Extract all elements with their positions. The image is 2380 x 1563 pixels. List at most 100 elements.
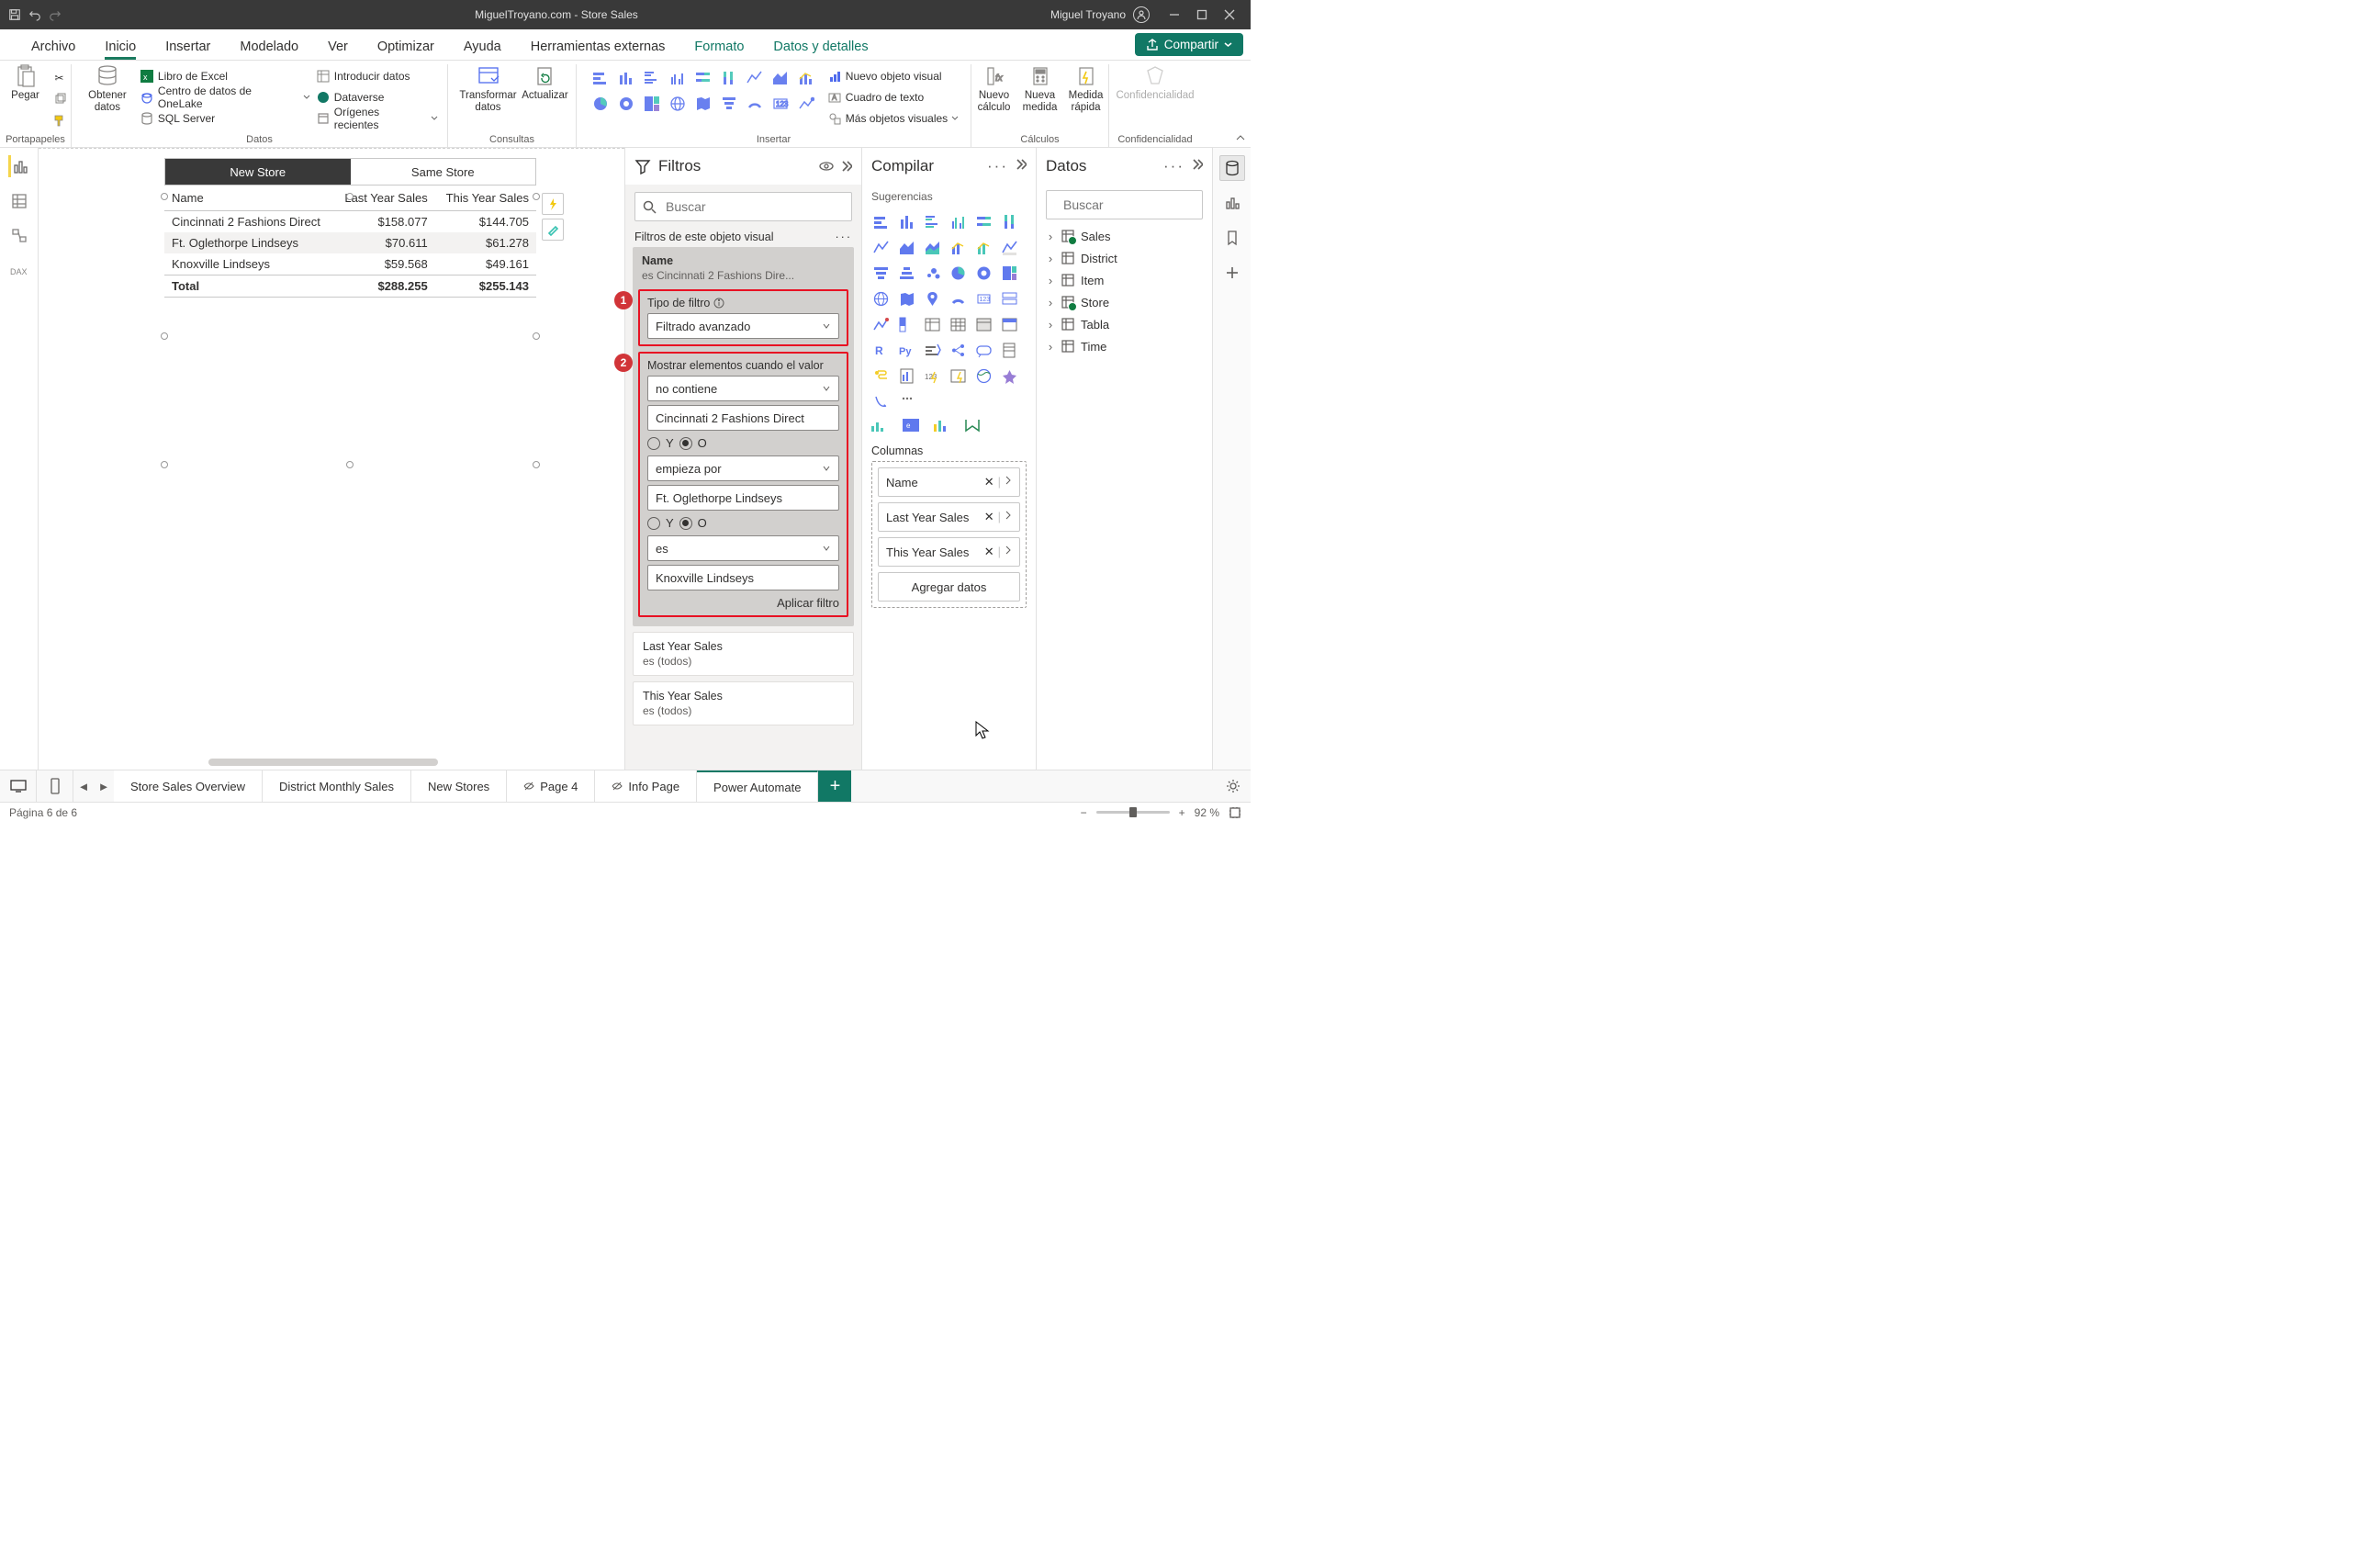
- add-page-button[interactable]: +: [818, 770, 851, 802]
- palette-icon-7[interactable]: [895, 236, 918, 259]
- cell[interactable]: Knoxville Lindseys: [164, 253, 333, 275]
- ribbon-collapse-icon[interactable]: [1236, 134, 1245, 143]
- visual-container[interactable]: New Store Same Store Name Last Year Sale…: [164, 158, 536, 298]
- palette-icon-17[interactable]: [998, 262, 1021, 285]
- tab-ver[interactable]: Ver: [313, 39, 363, 60]
- field-name[interactable]: Name✕|: [878, 467, 1020, 497]
- stacked100-bar-icon[interactable]: [691, 66, 715, 90]
- cell[interactable]: Cincinnati 2 Fashions Direct: [164, 211, 333, 233]
- palette-icon-1[interactable]: [895, 210, 918, 233]
- palette-icon-23[interactable]: [998, 287, 1021, 310]
- new-visual-button[interactable]: Nuevo objeto visual: [827, 66, 959, 85]
- get-data-button[interactable]: Obtener datos: [81, 64, 134, 114]
- more-visuals-button[interactable]: Más objetos visuales: [827, 108, 959, 128]
- col-ty[interactable]: This Year Sales: [435, 186, 536, 211]
- palette-icon-32[interactable]: [921, 339, 944, 362]
- undo-icon[interactable]: [28, 7, 42, 22]
- excel-button[interactable]: xLibro de Excel: [140, 66, 310, 85]
- cut-button[interactable]: ✂: [52, 68, 67, 87]
- page-tab-2[interactable]: New Stores: [411, 770, 507, 802]
- page-next[interactable]: ►: [94, 770, 114, 802]
- eye-icon[interactable]: [819, 159, 834, 174]
- palette-icon-19[interactable]: [895, 287, 918, 310]
- funnel-icon[interactable]: [717, 92, 741, 116]
- filled-map-icon[interactable]: [691, 92, 715, 116]
- stacked100-column-icon[interactable]: [717, 66, 741, 90]
- chevron-right-icon[interactable]: [1005, 510, 1012, 521]
- data-search[interactable]: [1046, 190, 1203, 219]
- settings-icon[interactable]: [1225, 778, 1241, 794]
- palette-icon-35[interactable]: [998, 339, 1021, 362]
- palette-icon-6[interactable]: [870, 236, 892, 259]
- page-tab-3[interactable]: Page 4: [507, 770, 595, 802]
- more-icon[interactable]: ···: [836, 231, 853, 243]
- ly-filter-card[interactable]: Last Year Sales es (todos): [633, 632, 854, 676]
- remove-icon[interactable]: ✕: [984, 545, 994, 559]
- new-measure-button[interactable]: Nueva medida: [1020, 64, 1061, 114]
- dataverse-button[interactable]: Dataverse: [316, 87, 438, 107]
- desktop-mode-icon[interactable]: [0, 770, 37, 802]
- data-rail-icon[interactable]: [1219, 155, 1245, 181]
- stacked-bar-icon[interactable]: [589, 66, 612, 90]
- tab-insertar[interactable]: Insertar: [151, 39, 225, 60]
- report-canvas[interactable]: New Store Same Store Name Last Year Sale…: [39, 148, 624, 770]
- palette-icon-21[interactable]: [947, 287, 970, 310]
- canvas-scrollbar[interactable]: [208, 759, 438, 766]
- cell[interactable]: $61.278: [435, 232, 536, 253]
- palette-icon-9[interactable]: [947, 236, 970, 259]
- visualizations-gallery[interactable]: 123: [589, 64, 818, 116]
- palette-icon-40[interactable]: [972, 365, 995, 388]
- val2-input[interactable]: Ft. Oglethorpe Lindseys: [647, 485, 839, 511]
- palette-icon-28[interactable]: [972, 313, 995, 336]
- refresh-button[interactable]: Actualizar: [524, 64, 567, 102]
- cell[interactable]: $158.077: [333, 211, 434, 233]
- copy-button[interactable]: [52, 89, 67, 108]
- palette-icon-36[interactable]: [870, 365, 892, 388]
- slicer[interactable]: New Store Same Store: [164, 158, 536, 186]
- donut-chart-icon[interactable]: [614, 92, 638, 116]
- palette-icon-13[interactable]: [895, 262, 918, 285]
- palette-icon-30[interactable]: R: [870, 339, 892, 362]
- palette-icon-18[interactable]: [870, 287, 892, 310]
- palette-icon-11[interactable]: [998, 236, 1021, 259]
- palette-icon-31[interactable]: Py: [895, 339, 918, 362]
- paste-button[interactable]: Pegar: [5, 64, 47, 102]
- minimize-button[interactable]: [1161, 0, 1188, 29]
- page-tab-1[interactable]: District Monthly Sales: [263, 770, 411, 802]
- palette-icon-12[interactable]: [870, 262, 892, 285]
- filters-search-input[interactable]: [664, 198, 844, 215]
- palette-icon-22[interactable]: 123: [972, 287, 995, 310]
- radio-o1[interactable]: [679, 437, 692, 450]
- line-chart-icon[interactable]: [743, 66, 767, 90]
- chevron-right-icon[interactable]: [1005, 545, 1012, 556]
- palette-icon-26[interactable]: [921, 313, 944, 336]
- palette-icon-3[interactable]: [947, 210, 970, 233]
- save-icon[interactable]: [7, 7, 22, 22]
- share-button[interactable]: Compartir: [1135, 33, 1243, 56]
- kpi-icon[interactable]: [794, 92, 818, 116]
- table-view-icon[interactable]: [8, 190, 30, 212]
- slicer-same-store[interactable]: Same Store: [351, 159, 536, 185]
- table-node-tabla[interactable]: ›Tabla: [1046, 313, 1203, 335]
- format-rail-icon[interactable]: [1219, 190, 1245, 216]
- add-rail-icon[interactable]: [1219, 260, 1245, 286]
- tab-inicio[interactable]: Inicio: [90, 39, 151, 60]
- palette-icon-42[interactable]: [870, 390, 892, 413]
- field-ly[interactable]: Last Year Sales✕|: [878, 502, 1020, 532]
- field-ty[interactable]: This Year Sales✕|: [878, 537, 1020, 567]
- palette-icon-38[interactable]: 123: [921, 365, 944, 388]
- remove-icon[interactable]: ✕: [984, 510, 994, 524]
- op2-select[interactable]: empieza por: [647, 455, 839, 481]
- palette-icon-4[interactable]: [972, 210, 995, 233]
- radio-o2[interactable]: [679, 517, 692, 530]
- new-calc-button[interactable]: fx Nuevo cálculo: [974, 64, 1015, 114]
- page-tab-5[interactable]: Power Automate: [697, 770, 818, 802]
- bookmark-rail-icon[interactable]: [1219, 225, 1245, 251]
- table-node-store[interactable]: ›Store: [1046, 291, 1203, 313]
- tab-datos-detalles[interactable]: Datos y detalles: [758, 39, 882, 60]
- report-view-icon[interactable]: [8, 155, 30, 177]
- columns-well[interactable]: Name✕| Last Year Sales✕| This Year Sales…: [871, 461, 1027, 608]
- cell[interactable]: $144.705: [435, 211, 536, 233]
- palette-icon-43[interactable]: [895, 390, 918, 413]
- table-node-item[interactable]: ›Item: [1046, 269, 1203, 291]
